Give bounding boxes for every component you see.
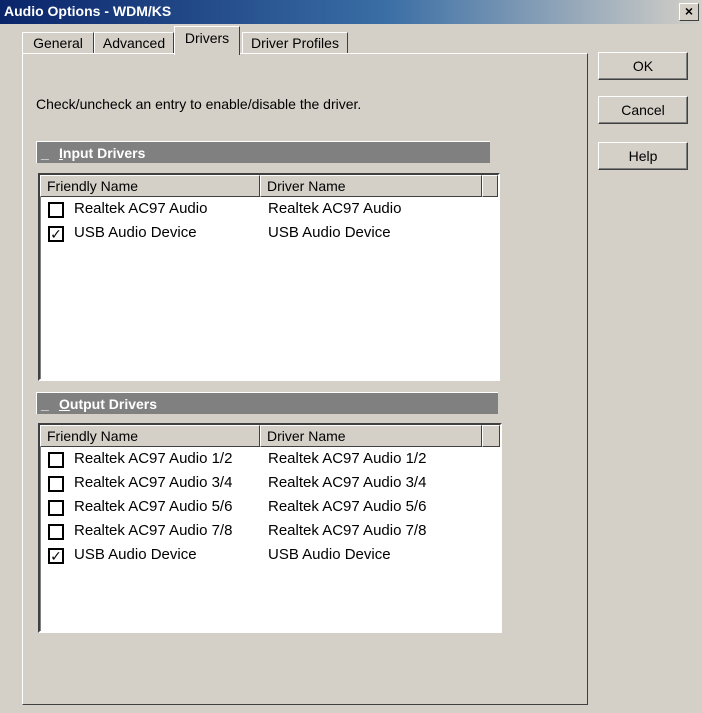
list-item[interactable]: Realtek AC97 Audio 3/4 Realtek AC97 Audio… bbox=[40, 472, 500, 496]
friendly-name: USB Audio Device bbox=[74, 546, 197, 563]
checkbox-unchecked[interactable] bbox=[48, 524, 64, 540]
tab-driver-profiles[interactable]: Driver Profiles bbox=[242, 32, 348, 54]
output-drivers-header[interactable]: _ Output Drivers bbox=[36, 392, 498, 414]
checkbox-unchecked[interactable] bbox=[48, 500, 64, 516]
tab-label: Drivers bbox=[184, 30, 230, 46]
tab-advanced[interactable]: Advanced bbox=[94, 32, 174, 54]
list-item[interactable]: Realtek AC97 Audio 7/8 Realtek AC97 Audio… bbox=[40, 520, 500, 544]
friendly-name: USB Audio Device bbox=[74, 224, 197, 241]
driver-name: Realtek AC97 Audio 7/8 bbox=[268, 522, 427, 539]
list-item[interactable]: Realtek AC97 Audio 5/6 Realtek AC97 Audio… bbox=[40, 496, 500, 520]
tab-label: Advanced bbox=[102, 35, 166, 51]
friendly-name: Realtek AC97 Audio 1/2 bbox=[74, 450, 233, 467]
column-driver-name[interactable]: Driver Name bbox=[260, 425, 482, 447]
driver-name: Realtek AC97 Audio bbox=[268, 200, 402, 217]
input-drivers-label: Input Drivers bbox=[59, 145, 146, 161]
input-drivers-list[interactable]: Friendly Name Driver Name Realtek AC97 A… bbox=[38, 173, 500, 381]
list-item[interactable]: Realtek AC97 Audio Realtek AC97 Audio bbox=[40, 198, 498, 222]
list-header: Friendly Name Driver Name bbox=[40, 425, 500, 447]
output-drivers-list[interactable]: Friendly Name Driver Name Realtek AC97 A… bbox=[38, 423, 502, 633]
driver-name: Realtek AC97 Audio 1/2 bbox=[268, 450, 427, 467]
tab-general[interactable]: General bbox=[22, 32, 94, 54]
driver-name: Realtek AC97 Audio 3/4 bbox=[268, 474, 427, 491]
output-drivers-label: Output Drivers bbox=[59, 396, 158, 412]
checkbox-unchecked[interactable] bbox=[48, 202, 64, 218]
collapse-icon: _ bbox=[41, 396, 49, 412]
tab-label: Driver Profiles bbox=[251, 35, 339, 51]
list-item[interactable]: ✓ USB Audio Device USB Audio Device bbox=[40, 544, 500, 568]
tab-label: General bbox=[33, 35, 83, 51]
column-filler bbox=[482, 425, 500, 447]
window-title: Audio Options - WDM/KS bbox=[4, 3, 172, 19]
checkbox-unchecked[interactable] bbox=[48, 476, 64, 492]
friendly-name: Realtek AC97 Audio 3/4 bbox=[74, 474, 233, 491]
checkmark-icon: ✓ bbox=[50, 548, 62, 564]
help-button[interactable]: Help bbox=[598, 142, 688, 170]
column-friendly-name[interactable]: Friendly Name bbox=[40, 175, 260, 197]
checkbox-checked[interactable]: ✓ bbox=[48, 548, 64, 564]
checkbox-unchecked[interactable] bbox=[48, 452, 64, 468]
friendly-name: Realtek AC97 Audio bbox=[74, 200, 208, 217]
checkbox-checked[interactable]: ✓ bbox=[48, 226, 64, 242]
input-drivers-header[interactable]: _ Input Drivers bbox=[36, 141, 490, 163]
close-button[interactable]: × bbox=[679, 3, 699, 21]
collapse-icon: _ bbox=[41, 145, 49, 161]
column-friendly-name[interactable]: Friendly Name bbox=[40, 425, 260, 447]
driver-name: Realtek AC97 Audio 5/6 bbox=[268, 498, 427, 515]
tab-drivers[interactable]: Drivers bbox=[174, 26, 240, 55]
instruction-text: Check/uncheck an entry to enable/disable… bbox=[36, 96, 362, 112]
cancel-button[interactable]: Cancel bbox=[598, 96, 688, 124]
checkmark-icon: ✓ bbox=[50, 226, 62, 242]
column-driver-name[interactable]: Driver Name bbox=[260, 175, 482, 197]
friendly-name: Realtek AC97 Audio 5/6 bbox=[74, 498, 233, 515]
title-bar: Audio Options - WDM/KS × bbox=[0, 0, 702, 24]
close-icon: × bbox=[684, 3, 694, 19]
ok-button[interactable]: OK bbox=[598, 52, 688, 80]
list-header: Friendly Name Driver Name bbox=[40, 175, 498, 197]
friendly-name: Realtek AC97 Audio 7/8 bbox=[74, 522, 233, 539]
column-filler bbox=[482, 175, 498, 197]
list-item[interactable]: ✓ USB Audio Device USB Audio Device bbox=[40, 222, 498, 246]
list-item[interactable]: Realtek AC97 Audio 1/2 Realtek AC97 Audio… bbox=[40, 448, 500, 472]
driver-name: USB Audio Device bbox=[268, 546, 391, 563]
driver-name: USB Audio Device bbox=[268, 224, 391, 241]
